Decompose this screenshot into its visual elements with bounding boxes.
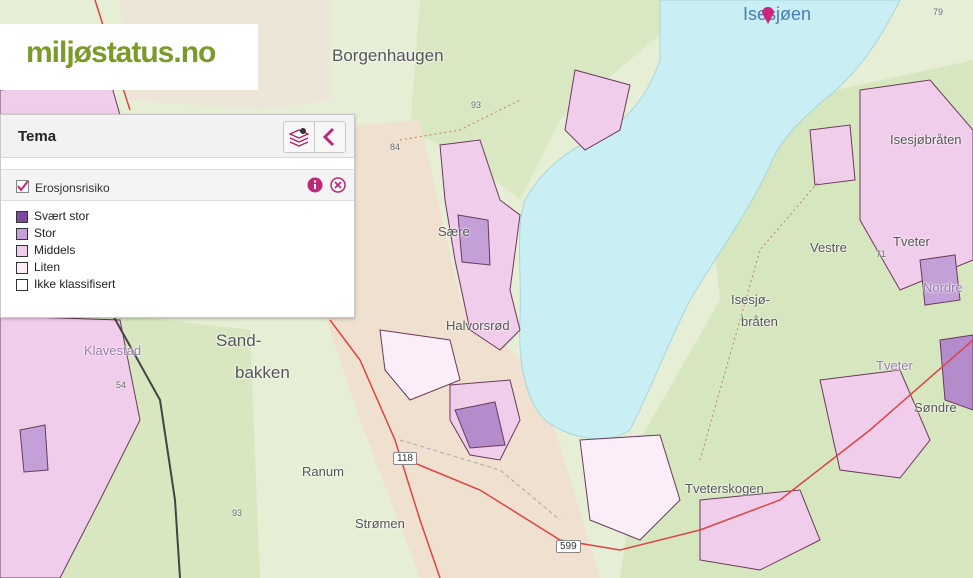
place-label: Tveter (876, 358, 913, 373)
elevation-label: 84 (390, 142, 401, 152)
place-label: Sære (438, 224, 470, 239)
place-label: Nordre (923, 280, 963, 295)
theme-panel: Tema Erosjonsrisiko Svært stor Stor Midd… (0, 114, 355, 318)
legend-label: Stor (34, 226, 57, 240)
place-label: Klavestad (84, 343, 142, 358)
panel-header: Tema (1, 115, 354, 158)
legend-swatch (16, 279, 28, 291)
layers-icon (288, 128, 310, 147)
place-label: Strømen (355, 516, 405, 531)
place-label: Tveter (893, 234, 930, 249)
logo-container[interactable]: miljøstatus.no (0, 24, 258, 90)
legend-swatch (16, 245, 28, 257)
road-number: 118 (393, 452, 417, 465)
layers-button[interactable] (283, 121, 315, 153)
place-label: Halvorsrød (446, 318, 510, 333)
place-label: Ranum (302, 464, 344, 479)
place-label: bakken (235, 363, 290, 382)
place-label: Søndre (914, 400, 957, 415)
place-label: Borgenhaugen (332, 46, 444, 65)
legend-label: Middels (34, 243, 76, 257)
place-label: Tveterskogen (685, 481, 764, 496)
place-label: bråten (741, 314, 778, 329)
place-label: Isesjøbråten (890, 132, 962, 147)
elevation-label: 79 (933, 7, 944, 17)
layer-row-erosjonsrisiko[interactable]: Erosjonsrisiko (1, 169, 354, 201)
place-label: Vestre (810, 240, 847, 255)
legend-swatch (16, 211, 28, 223)
collapse-panel-button[interactable] (314, 121, 346, 153)
road-number: 599 (556, 540, 581, 553)
layer-name: Erosjonsrisiko (35, 181, 110, 195)
map-pin-icon[interactable] (760, 4, 776, 24)
remove-layer-icon[interactable] (330, 177, 346, 193)
elevation-label: 54 (116, 380, 127, 390)
place-label: Sand- (216, 331, 262, 350)
elevation-label: 93 (471, 100, 482, 110)
legend-swatch (16, 228, 28, 240)
info-icon[interactable] (307, 177, 323, 193)
chevron-left-icon (322, 127, 335, 147)
place-label: Isesjø- (731, 292, 770, 307)
elevation-label: 93 (232, 508, 243, 518)
layer-checkbox[interactable] (16, 180, 29, 193)
lake-label: Isesjøen (743, 4, 812, 24)
elevation-label: 71 (876, 249, 887, 259)
legend-label: Svært stor (34, 209, 90, 223)
legend-swatch (16, 262, 28, 274)
legend-label: Liten (34, 260, 61, 274)
panel-title: Tema (18, 128, 57, 145)
logo[interactable]: miljøstatus.no (26, 36, 216, 70)
legend-label: Ikke klassifisert (34, 277, 116, 291)
